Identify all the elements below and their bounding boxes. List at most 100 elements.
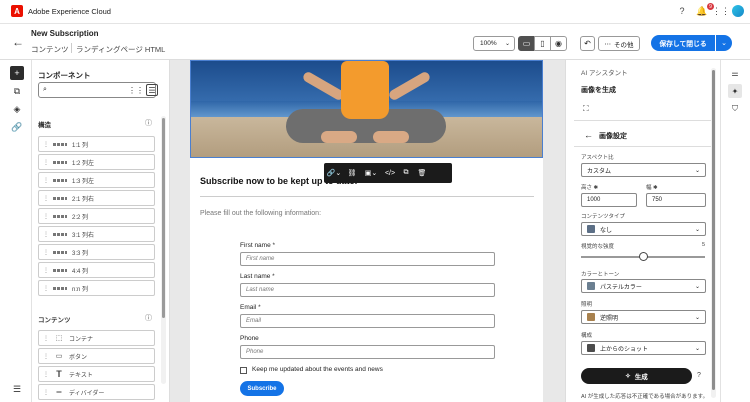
visual-intensity-value: 5	[702, 242, 706, 248]
structure-item[interactable]: ⋮ 1:1 列	[38, 136, 155, 152]
lighting-value: 逆照明	[600, 315, 619, 322]
content-item[interactable]: ⋮ T テキスト	[38, 366, 155, 382]
figure-foot-right	[373, 131, 409, 143]
email-input[interactable]: Email	[240, 314, 495, 328]
right-rail: ⚌ ✦ ⛉	[720, 60, 750, 402]
phone-label: Phone	[240, 335, 259, 342]
chevron-down-icon: ⌄	[504, 41, 510, 47]
mobile-view-icon[interactable]: ▯	[534, 36, 551, 51]
last-name-input[interactable]: Last name	[240, 283, 495, 297]
link-icon[interactable]: 🔗⌄	[324, 169, 344, 177]
column-icon	[53, 250, 67, 254]
top-bar: A Adobe Experience Cloud ? 🔔 9 ⋮⋮	[0, 0, 750, 24]
preview-eye-icon[interactable]: ◉	[550, 36, 567, 51]
undo-icon[interactable]: ↶	[580, 36, 595, 51]
generate-button[interactable]: ✧ 生成	[581, 368, 692, 384]
settings-sliders-icon[interactable]: ☰	[10, 382, 24, 396]
breadcrumb-content[interactable]: コンテンツ	[31, 44, 69, 55]
avatar[interactable]	[732, 5, 744, 17]
structure-item[interactable]: ⋮ 3:1 列右	[38, 226, 155, 242]
height-input[interactable]: 1000	[581, 193, 637, 207]
back-arrow-icon[interactable]: ←	[12, 35, 24, 49]
content-type-select[interactable]: なし ⌄	[581, 222, 706, 236]
structure-item-label: 1:1 列	[72, 142, 89, 149]
image-icon[interactable]: ▣⌄	[360, 169, 382, 177]
email-subtext[interactable]: Please fill out the following informatio…	[200, 210, 321, 217]
duplicate-icon[interactable]: ⧉	[398, 169, 414, 177]
properties-sliders-icon[interactable]: ⚌	[728, 66, 742, 80]
structure-item-label: 4:4 列	[72, 268, 89, 275]
structure-item-label: n:n 列	[72, 286, 89, 293]
structure-item[interactable]: ⋮ 1:3 列左	[38, 172, 155, 188]
first-name-input[interactable]: First name	[240, 252, 495, 266]
structure-item[interactable]: ⋮ 1:2 列左	[38, 154, 155, 170]
color-tone-value: パステルカラー	[600, 284, 642, 291]
back-arrow-icon[interactable]: ←	[584, 130, 593, 140]
composition-select[interactable]: 上からのショット ⌄	[581, 341, 706, 355]
panel-scrollbar-thumb[interactable]	[712, 70, 715, 390]
structure-item[interactable]: ⋮ 2:2 列	[38, 208, 155, 224]
image-generate-icon[interactable]: ⛶	[583, 104, 589, 114]
structure-item[interactable]: ⋮ 3:3 列	[38, 244, 155, 260]
content-item[interactable]: ⋮ ═ ディバイダー	[38, 384, 155, 400]
apps-grid-icon[interactable]: ⋮⋮	[712, 5, 730, 17]
content-item[interactable]: ⋮ ▭ ボタン	[38, 348, 155, 364]
content-type-value: なし	[600, 227, 613, 234]
assets-icon[interactable]: ⧉	[10, 84, 24, 98]
hero-image[interactable]	[190, 60, 543, 158]
content-item[interactable]: ⋮ ⬚ コンテナ	[38, 330, 155, 346]
phone-input[interactable]: Phone	[240, 345, 495, 359]
color-tone-select[interactable]: パステルカラー ⌄	[581, 279, 706, 293]
zoom-select[interactable]: 100% ⌄	[473, 36, 515, 51]
aspect-ratio-select[interactable]: カスタム ⌄	[581, 163, 706, 177]
content-item-label: テキスト	[69, 372, 93, 379]
shield-icon[interactable]: ⛉	[728, 102, 742, 116]
list-view-icon[interactable]: ☰	[146, 84, 158, 96]
breadcrumb-landing-page[interactable]: ランディングページ HTML	[76, 44, 165, 55]
components-panel: コンポーネント ⌕ ⋮⋮ ☰ 構造 ⓘ ⋮ 1:1 列 ⋮ 1:2 列左 ⋮ 1:3 …	[32, 60, 170, 402]
structure-item[interactable]: ⋮ n:n 列	[38, 280, 155, 296]
help-icon[interactable]: ?	[697, 372, 701, 379]
composition-swatch	[587, 344, 595, 352]
structure-item[interactable]: ⋮ 4:4 列	[38, 262, 155, 278]
info-icon[interactable]: ⓘ	[145, 118, 152, 128]
editor-canvas: Subscribe now to be kept up to date! 🔗⌄ …	[170, 60, 565, 402]
layers-icon[interactable]: ◈	[10, 102, 24, 116]
lighting-select[interactable]: 逆照明 ⌄	[581, 310, 706, 324]
save-dropdown-chevron-icon[interactable]: ⌄	[716, 35, 732, 51]
button-icon: ▭	[55, 353, 63, 360]
content-type-label: コンテンツタイプ	[581, 214, 626, 220]
column-icon	[53, 196, 67, 200]
updates-checkbox[interactable]	[240, 367, 247, 374]
drag-handle-icon: ⋮	[43, 371, 49, 378]
column-icon	[53, 232, 67, 236]
adobe-logo[interactable]: A	[11, 5, 23, 17]
divider-icon: ═	[56, 388, 62, 396]
delete-icon[interactable]: 🗑	[414, 169, 430, 177]
column-icon	[53, 214, 67, 218]
info-icon[interactable]: ⓘ	[145, 313, 152, 323]
link-icon[interactable]: 🔗	[10, 120, 24, 134]
desktop-view-icon[interactable]: ▭	[518, 36, 535, 51]
save-close-button[interactable]: 保存して閉じる	[651, 35, 715, 51]
drag-handle-icon: ⋮	[43, 213, 49, 220]
chevron-down-icon: ⌄	[694, 315, 700, 321]
more-button[interactable]: ⋯ その他	[598, 36, 640, 51]
code-icon[interactable]: </>	[382, 170, 398, 177]
panel-scrollbar-thumb[interactable]	[162, 118, 165, 318]
width-input[interactable]: 750	[646, 193, 706, 207]
content-type-swatch	[587, 225, 595, 233]
chevron-down-icon: ⌄	[694, 346, 700, 352]
structure-item[interactable]: ⋮ 2:1 列右	[38, 190, 155, 206]
content-item-label: コンテナ	[69, 336, 94, 343]
grid-view-icon[interactable]: ⋮⋮	[128, 84, 144, 96]
unlink-icon[interactable]: ⛓	[344, 169, 360, 177]
visual-intensity-slider-handle[interactable]	[638, 252, 648, 261]
brand-name: Adobe Experience Cloud	[28, 7, 111, 16]
help-icon[interactable]: ?	[676, 5, 688, 17]
ai-assistant-icon[interactable]: ✦	[728, 84, 742, 98]
subscribe-button[interactable]: Subscribe	[240, 381, 284, 396]
ai-section-label: AI アシスタント	[581, 70, 628, 77]
add-components-icon[interactable]: +	[10, 66, 24, 80]
last-name-label: Last name *	[240, 273, 275, 280]
